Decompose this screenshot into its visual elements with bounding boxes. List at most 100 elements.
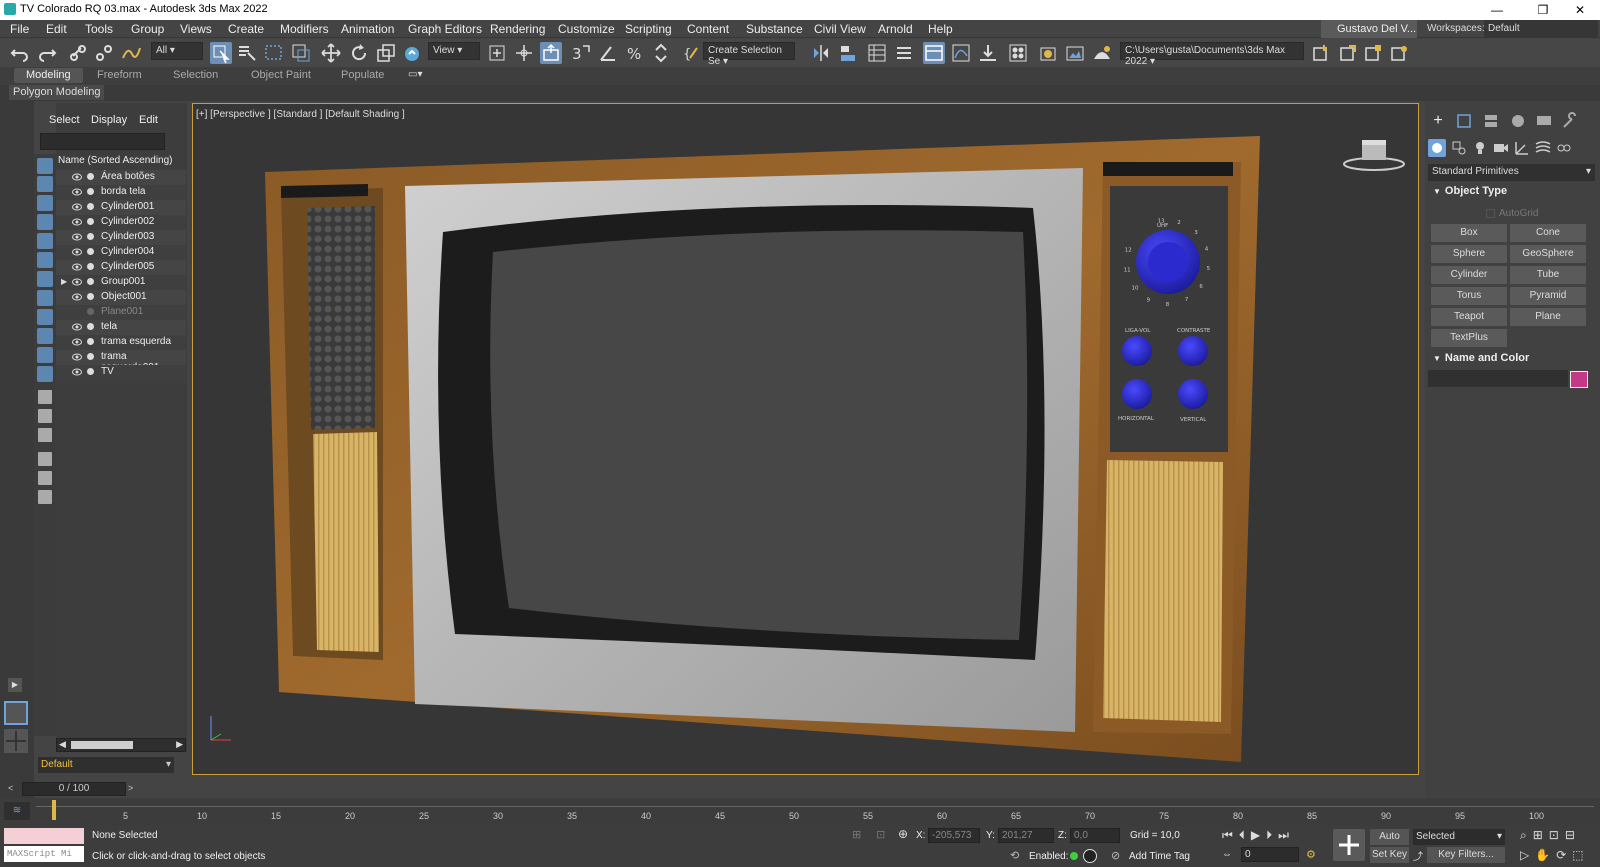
- visibility-eye-icon[interactable]: [72, 203, 82, 211]
- scroll-left-icon[interactable]: ◀: [59, 739, 66, 750]
- menu-animation[interactable]: Animation: [341, 22, 394, 36]
- plane-button[interactable]: Plane: [1510, 308, 1586, 326]
- freeze-toggle-icon[interactable]: [87, 248, 94, 255]
- pyramid-button[interactable]: Pyramid: [1510, 287, 1586, 305]
- menu-modifiers[interactable]: Modifiers: [280, 22, 329, 36]
- visibility-eye-icon[interactable]: [72, 278, 82, 286]
- display-helpers-icon[interactable]: [37, 233, 53, 249]
- sphere-button[interactable]: Sphere: [1431, 245, 1507, 263]
- visibility-eye-icon[interactable]: [72, 353, 82, 361]
- cylinder-button[interactable]: Cylinder: [1431, 266, 1507, 284]
- tab-object-paint[interactable]: Object Paint: [251, 69, 311, 81]
- render-setup-icon[interactable]: [1037, 42, 1059, 64]
- explorer-column-header[interactable]: Name (Sorted Ascending): [56, 154, 186, 169]
- name-and-color-rollout[interactable]: ▼ Name and Color: [1427, 352, 1595, 369]
- project-open-icon[interactable]: [1337, 42, 1359, 64]
- time-tag-toggle[interactable]: [1083, 849, 1097, 863]
- curve-editor-icon[interactable]: [950, 42, 972, 64]
- zoom-icon[interactable]: ⌕: [1520, 828, 1533, 842]
- freeze-toggle-icon[interactable]: [87, 308, 94, 315]
- visibility-eye-icon[interactable]: [72, 308, 82, 316]
- explorer-row[interactable]: trama esquerda: [56, 335, 186, 350]
- hierarchy-icon[interactable]: [38, 490, 52, 504]
- systems-category-icon[interactable]: [1555, 139, 1573, 157]
- display-hidden-icon[interactable]: [37, 366, 53, 382]
- freeze-toggle-icon[interactable]: [87, 353, 94, 360]
- freeze-toggle-icon[interactable]: [87, 368, 94, 375]
- explorer-row[interactable]: Cylinder005: [56, 260, 186, 275]
- cameras-category-icon[interactable]: [1492, 139, 1510, 157]
- freeze-toggle-icon[interactable]: [87, 323, 94, 330]
- menu-content[interactable]: Content: [687, 22, 729, 36]
- display-shapes-icon[interactable]: [37, 176, 53, 192]
- freeze-toggle-icon[interactable]: [87, 293, 94, 300]
- primitive-category-dropdown[interactable]: Standard Primitives ▾: [1428, 164, 1595, 181]
- object-name-input[interactable]: [1428, 370, 1568, 387]
- explorer-row[interactable]: Cylinder004: [56, 245, 186, 260]
- current-frame-field[interactable]: 0: [1241, 847, 1299, 862]
- select-by-name-icon[interactable]: [236, 42, 258, 64]
- explorer-row[interactable]: Área botões: [56, 170, 186, 185]
- maximize-viewport-icon[interactable]: ⬚: [1572, 848, 1589, 862]
- align-icon[interactable]: [837, 42, 859, 64]
- time-slider-prev-icon[interactable]: <: [8, 783, 13, 793]
- reference-coordinate-dropdown[interactable]: View ▾: [428, 42, 480, 60]
- maxscript-mini-listener-input[interactable]: MAXScript Mi: [4, 846, 84, 862]
- bind-space-warp-icon[interactable]: [120, 42, 142, 64]
- redo-icon[interactable]: [36, 42, 58, 64]
- visibility-eye-icon[interactable]: [72, 368, 82, 376]
- explorer-row[interactable]: tela: [56, 320, 186, 335]
- field-of-view-icon[interactable]: ▷: [1520, 848, 1535, 862]
- key-mode-dropdown[interactable]: Selected ▾: [1413, 829, 1505, 845]
- freeze-toggle-icon[interactable]: [87, 188, 94, 195]
- menu-customize[interactable]: Customize: [558, 22, 615, 36]
- open-mini-curve-editor-icon[interactable]: ≋: [4, 802, 30, 820]
- time-slider-next-icon[interactable]: >: [128, 783, 133, 793]
- close-button[interactable]: ✕: [1560, 1, 1600, 19]
- auto-key-button[interactable]: Auto Key: [1370, 829, 1409, 858]
- visibility-eye-icon[interactable]: [72, 338, 82, 346]
- menu-civil-view[interactable]: Civil View: [814, 22, 866, 36]
- absolute-transform-icon[interactable]: ⊕: [898, 827, 912, 841]
- menu-help[interactable]: Help: [928, 22, 953, 36]
- time-slider[interactable]: 0 / 100: [22, 782, 126, 796]
- motion-panel-icon[interactable]: [1508, 112, 1528, 130]
- modify-panel-icon[interactable]: [1455, 112, 1475, 130]
- freeze-toggle-icon[interactable]: [87, 278, 94, 285]
- freeze-toggle-icon[interactable]: [87, 338, 94, 345]
- tube-button[interactable]: Tube: [1510, 266, 1586, 284]
- material-editor-icon[interactable]: [1007, 42, 1029, 64]
- pivot-center-icon[interactable]: [486, 42, 508, 64]
- unlink-icon[interactable]: [93, 42, 115, 64]
- project-create-icon[interactable]: [1310, 42, 1332, 64]
- visibility-eye-icon[interactable]: [72, 218, 82, 226]
- toggle-scene-explorer-icon[interactable]: [866, 42, 888, 64]
- rendered-frame-window-icon[interactable]: [1064, 42, 1086, 64]
- display-bones-icon[interactable]: [37, 309, 53, 325]
- current-layer-dropdown[interactable]: Default ▾: [38, 757, 174, 773]
- explorer-tab-display[interactable]: Display: [91, 114, 127, 126]
- freeze-toggle-icon[interactable]: [87, 263, 94, 270]
- project-folder-dropdown[interactable]: C:\Users\gusta\Documents\3ds Max 2022 ▾: [1120, 42, 1304, 67]
- explorer-tab-select[interactable]: Select: [49, 114, 80, 126]
- display-lights-icon[interactable]: [37, 195, 53, 211]
- helpers-category-icon[interactable]: [1513, 139, 1531, 157]
- display-spacewarps-icon[interactable]: [37, 252, 53, 268]
- menu-scripting[interactable]: Scripting: [625, 22, 672, 36]
- cone-button[interactable]: Cone: [1510, 224, 1586, 242]
- set-keys-icon[interactable]: [1333, 829, 1365, 861]
- current-frame-marker[interactable]: [52, 800, 56, 820]
- previous-frame-icon[interactable]: ⏴: [1239, 828, 1251, 842]
- zoom-extents-all-icon[interactable]: ⊟: [1565, 828, 1581, 842]
- play-icon[interactable]: ▶: [1251, 828, 1266, 842]
- adaptive-degradation-icon[interactable]: ⟲: [1010, 849, 1024, 863]
- menu-arnold[interactable]: Arnold: [878, 22, 913, 36]
- torus-button[interactable]: Torus: [1431, 287, 1507, 305]
- ribbon-options-icon[interactable]: ▭▾: [408, 69, 428, 81]
- menu-group[interactable]: Group: [131, 22, 164, 36]
- object-type-rollout[interactable]: ▼ Object Type: [1427, 185, 1595, 202]
- tab-populate[interactable]: Populate: [341, 69, 384, 81]
- undo-icon[interactable]: [9, 42, 31, 64]
- orbit-icon[interactable]: ⟳: [1556, 848, 1572, 862]
- isolate-selection-icon[interactable]: ⊞: [852, 828, 866, 842]
